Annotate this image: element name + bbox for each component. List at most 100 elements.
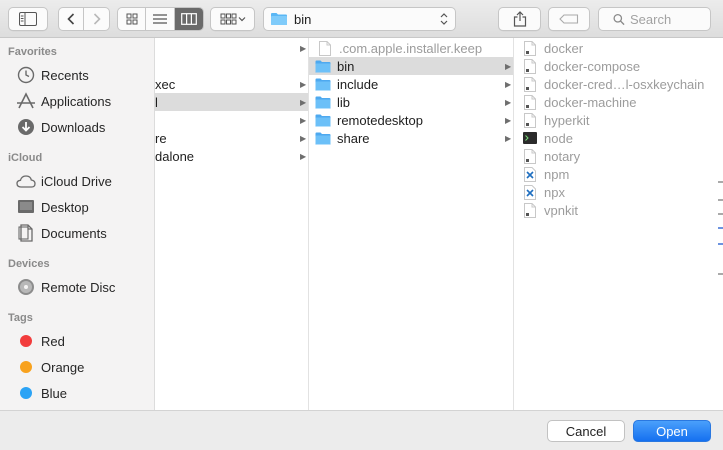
cloud-icon <box>16 171 36 191</box>
dialog-footer: Cancel Open <box>0 410 723 450</box>
sidebar-item-tag-red[interactable]: Red <box>0 329 154 353</box>
share-button[interactable] <box>498 7 541 31</box>
sidebar-header-tags: Tags <box>8 312 33 324</box>
item-name: node <box>544 130 573 146</box>
share-icon <box>513 11 526 27</box>
executable-file-icon <box>522 58 538 74</box>
location-popup[interactable]: bin <box>263 7 456 31</box>
list-item[interactable]: ▶ <box>155 39 308 57</box>
sidebar-item-tag-blue[interactable]: Blue <box>0 381 154 405</box>
sidebar-item-label: Red <box>41 333 65 349</box>
list-item: npm <box>514 165 723 183</box>
list-item: node <box>514 129 723 147</box>
sidebar-item-icloud-drive[interactable]: iCloud Drive <box>0 169 154 193</box>
folder-icon <box>315 94 331 110</box>
sidebar-item-label: Recents <box>41 67 89 83</box>
list-item[interactable]: share ▶ <box>309 129 513 147</box>
list-item-selected[interactable]: bin ▶ <box>309 57 513 75</box>
item-name: docker <box>544 40 584 56</box>
view-mode-control <box>117 7 204 31</box>
browser-column-2[interactable]: .com.apple.installer.keep bin ▶ include … <box>309 38 514 410</box>
orange-dot-icon <box>20 361 32 373</box>
sidebar-header-favorites: Favorites <box>8 46 57 58</box>
search-field[interactable] <box>598 7 711 31</box>
item-name: notary <box>544 148 581 164</box>
cancel-button[interactable]: Cancel <box>547 420 625 442</box>
open-button[interactable]: Open <box>633 420 711 442</box>
columns-icon <box>180 13 197 25</box>
item-name: hyperkit <box>544 112 590 128</box>
desktop-icon <box>16 197 36 217</box>
sidebar-item-documents[interactable]: Documents <box>0 221 154 245</box>
list-item: docker-cred…l-osxkeychain <box>514 75 723 93</box>
sidebar-item-applications[interactable]: Applications <box>0 89 154 113</box>
executable-file-icon <box>522 112 538 128</box>
sidebar-header-devices: Devices <box>8 258 50 270</box>
list-item[interactable]: remotedesktop ▶ <box>309 111 513 129</box>
list-item[interactable]: ▶ <box>155 111 308 129</box>
item-name: xec <box>155 76 176 92</box>
tag-button[interactable] <box>548 7 590 31</box>
list-item: notary <box>514 147 723 165</box>
browser-column-3[interactable]: docker docker-compose docker-cred…l-osxk… <box>514 38 723 410</box>
item-name: bin <box>337 58 355 74</box>
folder-icon <box>271 13 287 25</box>
sidebar-item-tag-orange[interactable]: Orange <box>0 355 154 379</box>
red-dot-icon <box>20 335 32 347</box>
arrange-grid-icon <box>220 13 245 25</box>
item-name: lib <box>337 94 351 110</box>
folder-icon <box>315 58 331 74</box>
list-icon <box>153 14 168 24</box>
list-item: vpnkit <box>514 201 723 219</box>
sidebar-item-recents[interactable]: Recents <box>0 63 154 87</box>
item-name: npm <box>544 166 570 182</box>
item-name: remotedesktop <box>337 112 423 128</box>
list-item[interactable]: re ▶ <box>155 129 308 147</box>
sidebar-item-label: Documents <box>41 225 107 241</box>
sidebar-item-label: Downloads <box>41 119 106 135</box>
executable-file-icon <box>522 40 538 56</box>
item-name: npx <box>544 184 565 200</box>
folder-icon <box>315 76 331 92</box>
disclosure-arrow-icon: ▶ <box>505 115 512 125</box>
disclosure-arrow-icon: ▶ <box>300 43 307 53</box>
list-item: npx <box>514 183 723 201</box>
sidebar-item-label: Desktop <box>41 199 89 215</box>
search-input[interactable] <box>630 11 710 27</box>
sidebar-item-downloads[interactable]: Downloads <box>0 115 154 139</box>
sidebar: Favorites Recents Applications Downloads… <box>0 38 155 410</box>
sidebar-item-label: Applications <box>41 93 112 109</box>
disclosure-arrow-icon: ▶ <box>505 97 512 107</box>
chevron-left-icon <box>67 13 75 25</box>
list-view-button[interactable] <box>146 8 175 30</box>
sidebar-toggle-button[interactable] <box>8 7 48 31</box>
arrange-button[interactable] <box>210 7 255 31</box>
browser-column-1[interactable]: ▶ xec ▶ l ▶ ▶ re ▶ dalone ▶ <box>155 38 309 410</box>
executable-file-icon <box>522 76 538 92</box>
icon-view-button[interactable] <box>118 8 147 30</box>
column-view-button[interactable] <box>174 8 203 30</box>
list-item-selected[interactable]: l ▶ <box>155 93 308 111</box>
list-item[interactable]: include ▶ <box>309 75 513 93</box>
forward-button[interactable] <box>84 8 109 30</box>
sidebar-header-icloud: iCloud <box>8 152 43 164</box>
list-item[interactable]: lib ▶ <box>309 93 513 111</box>
list-item[interactable]: dalone ▶ <box>155 147 308 165</box>
search-icon <box>613 13 625 25</box>
item-name: vpnkit <box>544 202 578 218</box>
list-item[interactable]: .com.apple.installer.keep <box>309 39 513 57</box>
background-window-edge <box>718 181 723 275</box>
item-name: docker-cred…l-osxkeychain <box>544 76 705 92</box>
vscode-file-icon <box>522 166 538 182</box>
list-item: hyperkit <box>514 111 723 129</box>
sidebar-item-remote-disc[interactable]: Remote Disc <box>0 275 154 299</box>
executable-file-icon <box>522 94 538 110</box>
updown-chevron-icon <box>440 13 448 25</box>
file-icon <box>317 40 333 56</box>
sidebar-item-desktop[interactable]: Desktop <box>0 195 154 219</box>
list-item[interactable]: xec ▶ <box>155 75 308 93</box>
executable-file-icon <box>522 148 538 164</box>
back-button[interactable] <box>59 8 85 30</box>
item-name: share <box>337 130 370 146</box>
sidebar-item-label: Remote Disc <box>41 279 116 295</box>
